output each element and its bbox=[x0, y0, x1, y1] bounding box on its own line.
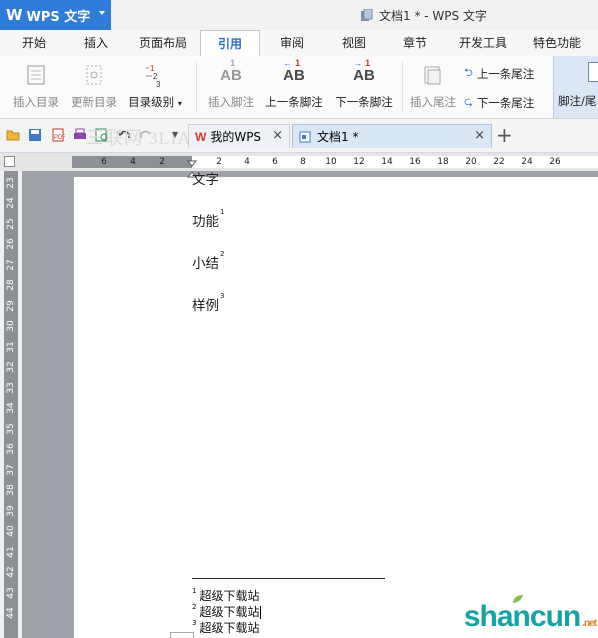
next-endnote-button[interactable]: ⮎ 下一条尾注 bbox=[464, 93, 534, 112]
text-cursor bbox=[260, 606, 262, 619]
tab-page-layout[interactable]: 页面布局 bbox=[134, 30, 192, 56]
document-icon bbox=[299, 131, 311, 142]
svg-text:3: 3 bbox=[156, 80, 161, 88]
insert-toc-icon bbox=[8, 60, 64, 90]
print-icon[interactable] bbox=[73, 128, 87, 142]
footnote-endnote-button[interactable]: 脚注/尾 bbox=[553, 56, 598, 118]
next-footnote-button[interactable]: AB → 1 下一条脚注 bbox=[332, 57, 396, 114]
prev-endnote-icon: ⮌ bbox=[464, 66, 473, 79]
site-logo: shancun .net bbox=[464, 595, 597, 634]
tab-home[interactable]: 开始 bbox=[12, 30, 56, 56]
new-tab-button[interactable]: + bbox=[496, 123, 513, 147]
update-toc-button[interactable]: 更新目录 bbox=[66, 60, 122, 114]
title-bar: W WPS 文字 文档1 * - WPS 文字 bbox=[0, 0, 598, 30]
tab-review[interactable]: 审阅 bbox=[270, 30, 314, 56]
doc-tab-my-wps[interactable]: W 我的WPS × bbox=[188, 124, 290, 148]
prev-footnote-button[interactable]: AB ← 1 上一条脚注 bbox=[262, 57, 326, 114]
footnote-endnote-icon bbox=[588, 62, 598, 82]
tab-stop-selector[interactable] bbox=[4, 156, 15, 167]
wps-logo-icon: W bbox=[6, 6, 23, 24]
open-folder-icon[interactable] bbox=[6, 128, 20, 142]
toc-level-button[interactable]: 123 目录级别 ▾ bbox=[124, 60, 186, 114]
leaf-icon bbox=[512, 595, 523, 603]
insert-footnote-icon: AB 1 bbox=[220, 57, 242, 84]
doc-line: 功能1 bbox=[192, 208, 225, 230]
close-icon[interactable]: × bbox=[474, 128, 485, 143]
app-name: WPS 文字 bbox=[26, 9, 91, 25]
tab-references[interactable]: 引用 bbox=[200, 30, 260, 57]
document-icon bbox=[361, 9, 373, 21]
tab-chapter[interactable]: 章节 bbox=[393, 30, 437, 56]
doc-tab-document1[interactable]: 文档1 * × bbox=[292, 124, 492, 148]
chevron-down-icon[interactable]: ▼ bbox=[172, 130, 178, 139]
insert-endnote-icon bbox=[406, 60, 460, 90]
close-icon[interactable]: × bbox=[272, 128, 283, 143]
footnote-item[interactable]: 1 超级下载站 bbox=[192, 587, 259, 604]
tab-developer[interactable]: 开发工具 bbox=[452, 30, 514, 56]
doc-line: 样例3 bbox=[192, 292, 225, 314]
save-icon[interactable] bbox=[28, 128, 42, 142]
document-page[interactable] bbox=[74, 177, 598, 638]
ribbon-divider bbox=[196, 62, 197, 112]
toc-level-icon: 123 bbox=[124, 60, 186, 90]
doc-line: 小结2 bbox=[192, 250, 225, 272]
footnote-item[interactable]: 3 超级下载站 bbox=[192, 619, 259, 636]
chevron-down-icon bbox=[99, 11, 105, 15]
insert-toc-button[interactable]: 插入目录 bbox=[8, 60, 64, 114]
footnote-ref[interactable]: 3 bbox=[220, 292, 224, 300]
menu-bar: 开始 插入 页面布局 引用 审阅 视图 章节 开发工具 特色功能 bbox=[0, 30, 598, 57]
app-menu-button[interactable]: W WPS 文字 bbox=[0, 0, 111, 30]
next-endnote-icon: ⮎ bbox=[464, 95, 473, 108]
wps-logo-icon: W bbox=[195, 129, 207, 144]
prev-endnote-button[interactable]: ⮌ 上一条尾注 bbox=[464, 64, 534, 83]
update-toc-icon bbox=[66, 60, 122, 90]
tab-features[interactable]: 特色功能 bbox=[526, 30, 588, 56]
export-pdf-icon[interactable]: PDF bbox=[51, 128, 65, 142]
ribbon-divider bbox=[402, 62, 403, 112]
footnote-item[interactable]: 2 超级下载站 bbox=[192, 603, 262, 620]
quick-access-toolbar: PDF 三联网 3LIAN.COM ▼ W 我的WPS × 文档1 * × + bbox=[0, 119, 598, 153]
insert-endnote-button[interactable]: 插入尾注 bbox=[406, 60, 460, 114]
footnote-ref[interactable]: 2 bbox=[220, 250, 224, 258]
status-indicator bbox=[170, 632, 194, 638]
next-footnote-icon: AB → 1 bbox=[353, 57, 375, 84]
footnote-ref[interactable]: 1 bbox=[220, 208, 224, 216]
horizontal-ruler[interactable]: 6 4 2 2 4 6 8 10 12 14 16 18 20 22 24 26 bbox=[0, 153, 598, 171]
window-title: 文档1 * - WPS 文字 bbox=[360, 7, 487, 24]
tab-view[interactable]: 视图 bbox=[332, 30, 376, 56]
svg-text:PDF: PDF bbox=[54, 135, 65, 141]
footnote-separator bbox=[192, 578, 385, 579]
insert-footnote-button[interactable]: AB 1 插入脚注 bbox=[203, 57, 259, 114]
tab-insert[interactable]: 插入 bbox=[74, 30, 118, 56]
ribbon: 插入目录 更新目录 123 目录级别 ▾ AB 1 插入脚注 AB ← 1 上一条脚注… bbox=[0, 56, 598, 119]
prev-footnote-icon: AB ← 1 bbox=[283, 57, 305, 84]
chevron-down-icon: ▾ bbox=[177, 99, 182, 108]
vertical-ruler[interactable]: 23 24 25 26 27 28 29 30 31 32 33 34 35 3… bbox=[4, 171, 18, 638]
